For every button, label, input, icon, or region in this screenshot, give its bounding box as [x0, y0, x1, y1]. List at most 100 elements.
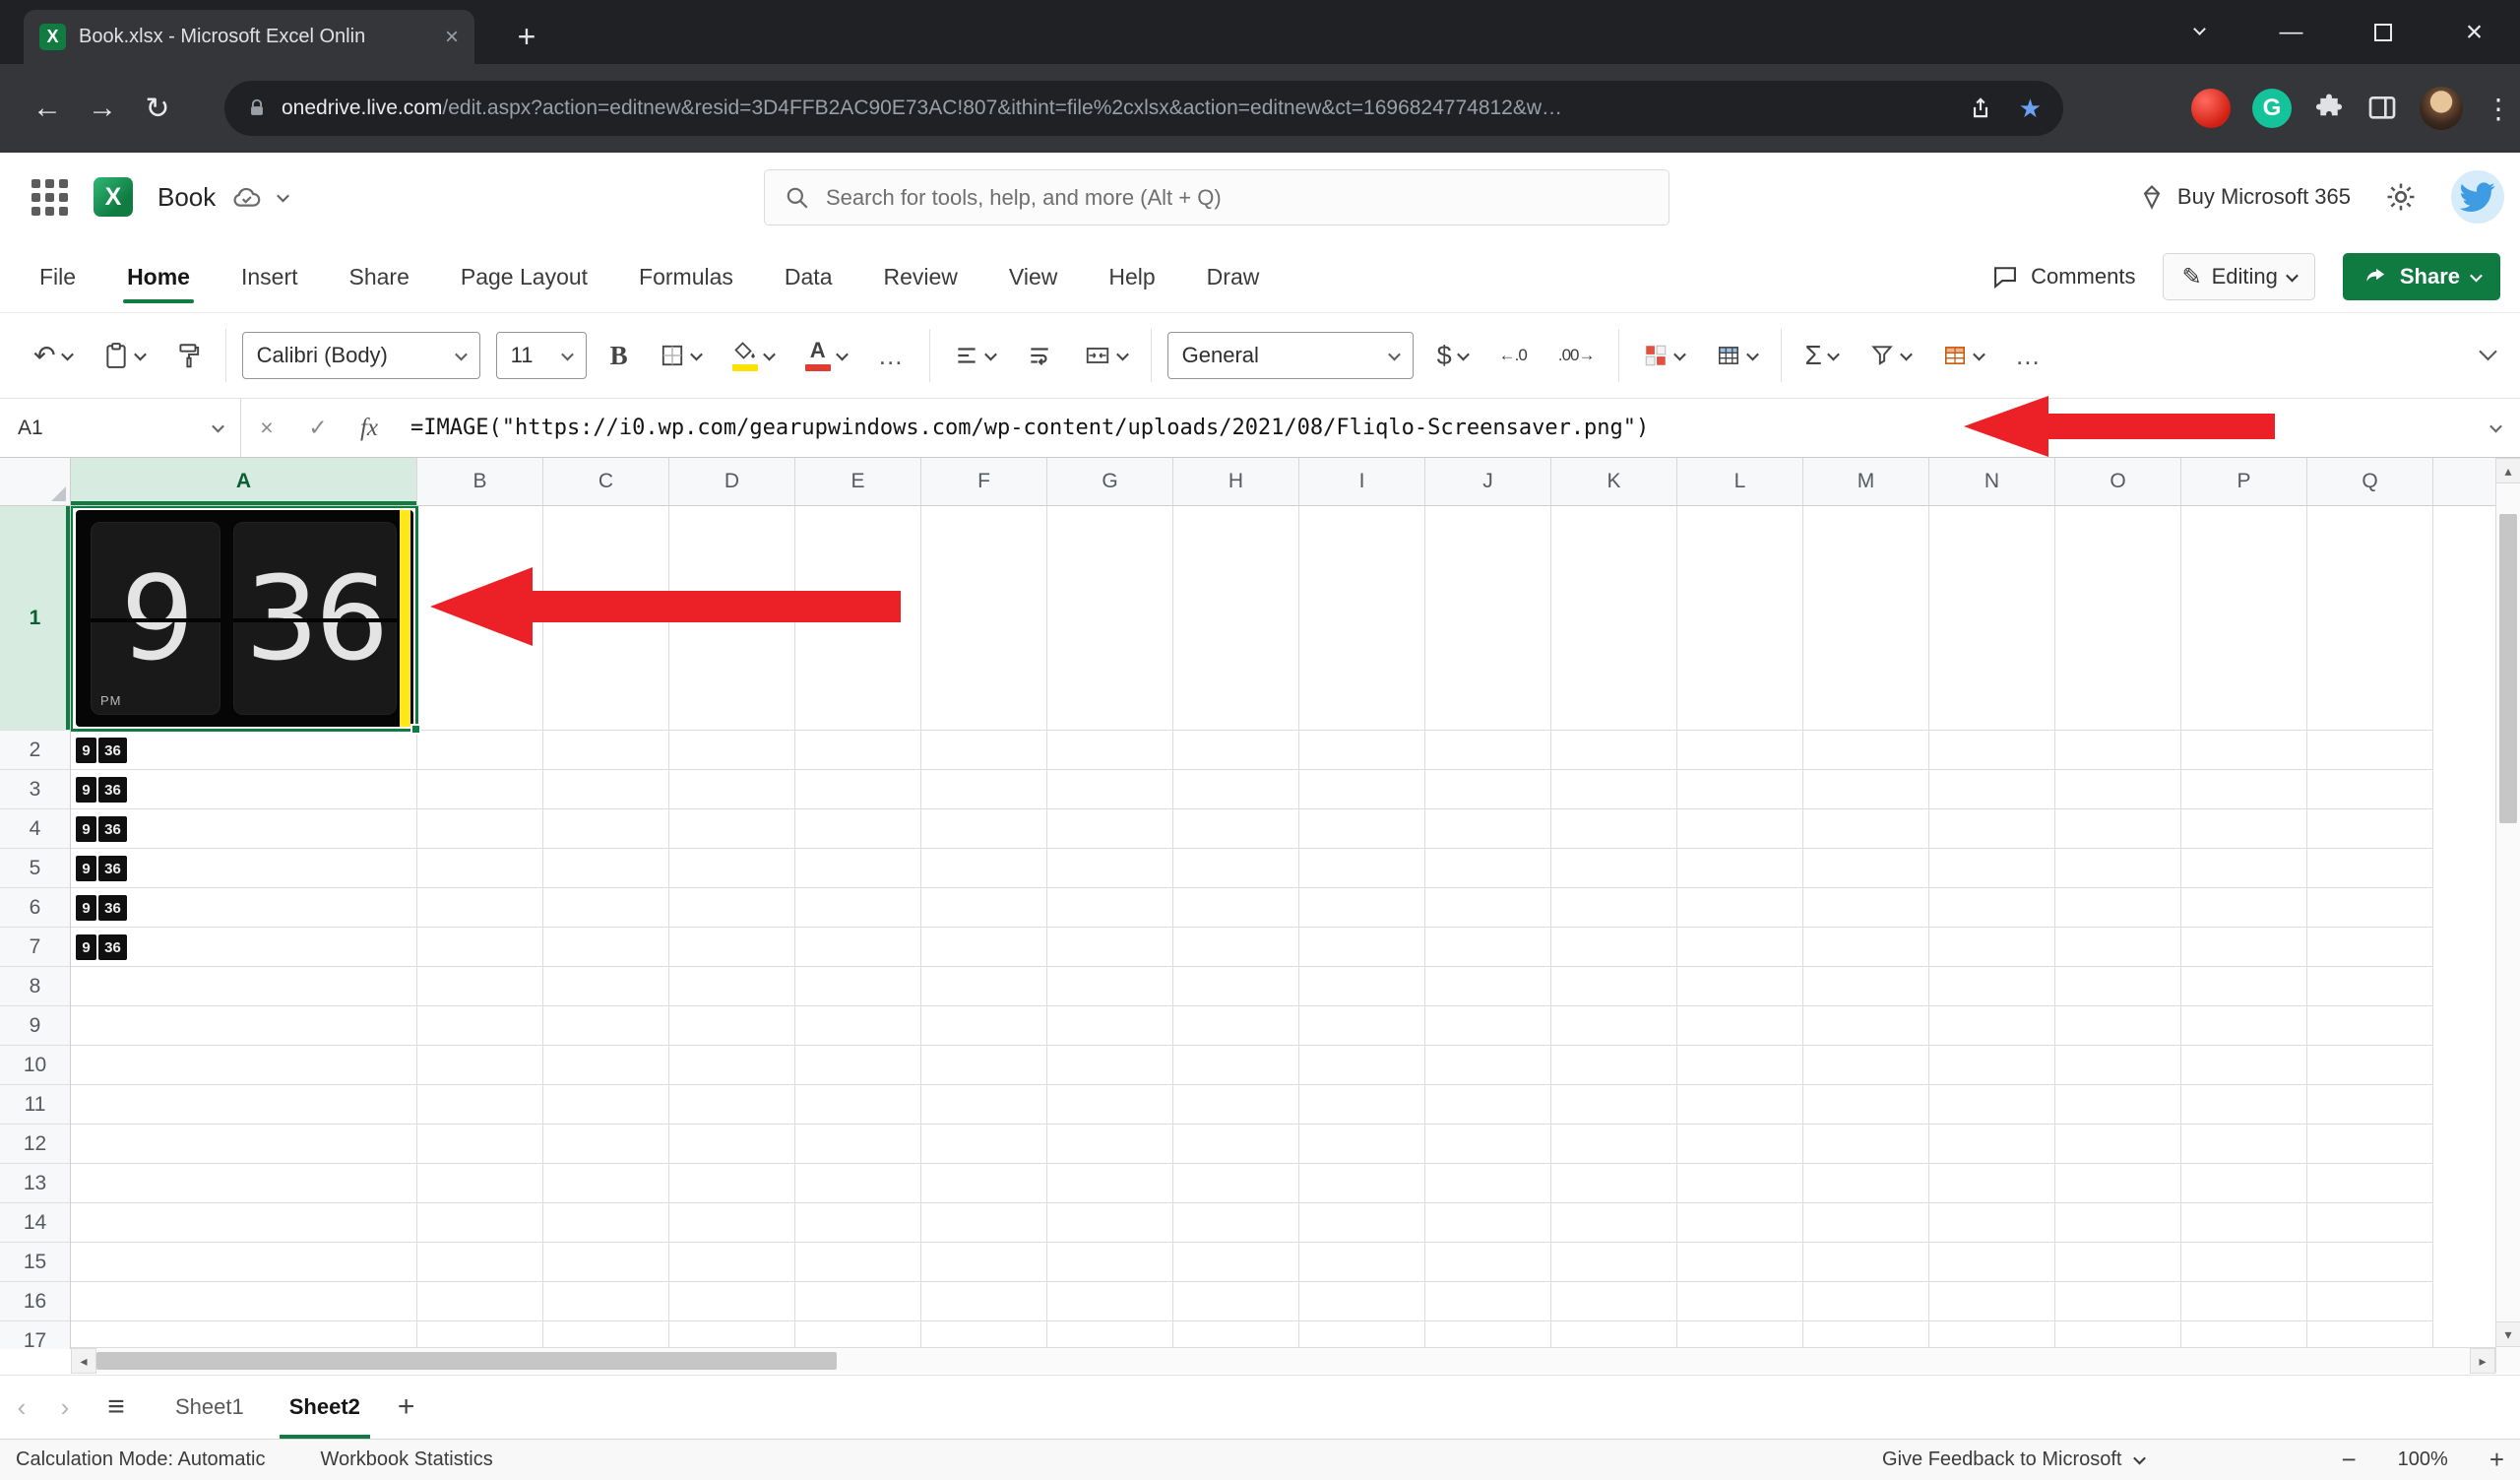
- cell-F15[interactable]: [921, 1243, 1047, 1281]
- cell-Q7[interactable]: [2307, 928, 2433, 966]
- cell-I1[interactable]: [1299, 506, 1425, 730]
- row-header-8[interactable]: 8: [0, 967, 70, 1006]
- cell-D3[interactable]: [669, 770, 795, 808]
- cell-M6[interactable]: [1803, 888, 1929, 927]
- cell-N13[interactable]: [1929, 1164, 2055, 1202]
- cell-G10[interactable]: [1047, 1046, 1173, 1084]
- cell-P12[interactable]: [2181, 1125, 2307, 1163]
- cell-K2[interactable]: [1551, 731, 1677, 769]
- cancel-entry-button[interactable]: ×: [241, 399, 292, 457]
- alignment-button[interactable]: [946, 330, 1003, 381]
- cell-O3[interactable]: [2055, 770, 2181, 808]
- settings-gear-icon[interactable]: [2384, 180, 2418, 214]
- app-launcher-waffle-icon[interactable]: [28, 175, 71, 219]
- cell-K13[interactable]: [1551, 1164, 1677, 1202]
- cell-Q13[interactable]: [2307, 1164, 2433, 1202]
- cell-P16[interactable]: [2181, 1282, 2307, 1320]
- cell-Q16[interactable]: [2307, 1282, 2433, 1320]
- cell-N6[interactable]: [1929, 888, 2055, 927]
- cell-C5[interactable]: [543, 849, 669, 887]
- cell-Q6[interactable]: [2307, 888, 2433, 927]
- next-sheet-button[interactable]: ›: [43, 1392, 87, 1423]
- menu-item-file[interactable]: File: [39, 241, 76, 313]
- cell-J2[interactable]: [1425, 731, 1551, 769]
- cell-J3[interactable]: [1425, 770, 1551, 808]
- row-header-11[interactable]: 11: [0, 1085, 70, 1125]
- cell-I16[interactable]: [1299, 1282, 1425, 1320]
- cell-L11[interactable]: [1677, 1085, 1803, 1124]
- extensions-puzzle-icon[interactable]: [2313, 93, 2345, 124]
- scroll-right-icon[interactable]: ▸: [2470, 1348, 2495, 1374]
- cell-N2[interactable]: [1929, 731, 2055, 769]
- cell-C14[interactable]: [543, 1203, 669, 1242]
- cell-M8[interactable]: [1803, 967, 1929, 1005]
- excel-logo-icon[interactable]: X: [94, 177, 133, 217]
- row-header-4[interactable]: 4: [0, 809, 70, 849]
- cell-K17[interactable]: [1551, 1321, 1677, 1347]
- browser-profile-avatar[interactable]: [2420, 87, 2463, 130]
- cell-F6[interactable]: [921, 888, 1047, 927]
- menu-item-page-layout[interactable]: Page Layout: [461, 241, 588, 313]
- cell-J12[interactable]: [1425, 1125, 1551, 1163]
- editing-mode-button[interactable]: ✎ Editing: [2163, 253, 2314, 300]
- cell-N9[interactable]: [1929, 1006, 2055, 1045]
- column-header-k[interactable]: K: [1551, 458, 1677, 505]
- cell-L12[interactable]: [1677, 1125, 1803, 1163]
- cell-L2[interactable]: [1677, 731, 1803, 769]
- cell-O2[interactable]: [2055, 731, 2181, 769]
- row-header-12[interactable]: 12: [0, 1125, 70, 1164]
- browser-menu-icon[interactable]: ⋮: [2485, 93, 2508, 125]
- cell-J15[interactable]: [1425, 1243, 1551, 1281]
- cell-J9[interactable]: [1425, 1006, 1551, 1045]
- cell-N17[interactable]: [1929, 1321, 2055, 1347]
- cell-K9[interactable]: [1551, 1006, 1677, 1045]
- cell-B6[interactable]: [417, 888, 543, 927]
- cell-F17[interactable]: [921, 1321, 1047, 1347]
- cell-M5[interactable]: [1803, 849, 1929, 887]
- column-header-q[interactable]: Q: [2307, 458, 2433, 505]
- row-header-3[interactable]: 3: [0, 770, 70, 809]
- more-font-options-button[interactable]: …: [870, 330, 914, 381]
- cell-F3[interactable]: [921, 770, 1047, 808]
- search-input[interactable]: [826, 185, 1649, 211]
- cell-A11[interactable]: [71, 1085, 417, 1124]
- cell-B4[interactable]: [417, 809, 543, 848]
- cell-D13[interactable]: [669, 1164, 795, 1202]
- cell-N12[interactable]: [1929, 1125, 2055, 1163]
- cell-N1[interactable]: [1929, 506, 2055, 730]
- cell-B8[interactable]: [417, 967, 543, 1005]
- cell-B5[interactable]: [417, 849, 543, 887]
- vertical-scroll-thumb[interactable]: [2499, 514, 2517, 823]
- comments-button[interactable]: Comments: [1991, 264, 2135, 290]
- cell-C17[interactable]: [543, 1321, 669, 1347]
- cell-P11[interactable]: [2181, 1085, 2307, 1124]
- cell-I15[interactable]: [1299, 1243, 1425, 1281]
- cell-J13[interactable]: [1425, 1164, 1551, 1202]
- cell-E13[interactable]: [795, 1164, 921, 1202]
- cell-I12[interactable]: [1299, 1125, 1425, 1163]
- column-header-l[interactable]: L: [1677, 458, 1803, 505]
- wrap-text-button[interactable]: [1019, 330, 1060, 381]
- column-header-f[interactable]: F: [921, 458, 1047, 505]
- cell-C12[interactable]: [543, 1125, 669, 1163]
- cell-O4[interactable]: [2055, 809, 2181, 848]
- cell-B9[interactable]: [417, 1006, 543, 1045]
- menu-item-share[interactable]: Share: [349, 241, 410, 313]
- menu-item-formulas[interactable]: Formulas: [639, 241, 733, 313]
- cell-I9[interactable]: [1299, 1006, 1425, 1045]
- cell-G2[interactable]: [1047, 731, 1173, 769]
- cell-P5[interactable]: [2181, 849, 2307, 887]
- share-page-icon[interactable]: [1968, 96, 1993, 121]
- menu-item-insert[interactable]: Insert: [241, 241, 298, 313]
- cell-G8[interactable]: [1047, 967, 1173, 1005]
- cell-P2[interactable]: [2181, 731, 2307, 769]
- cell-G1[interactable]: [1047, 506, 1173, 730]
- sheet-tab-sheet1[interactable]: Sheet1: [165, 1376, 254, 1439]
- cell-H10[interactable]: [1173, 1046, 1299, 1084]
- undo-button[interactable]: ↶: [26, 330, 80, 381]
- cell-C9[interactable]: [543, 1006, 669, 1045]
- cell-K14[interactable]: [1551, 1203, 1677, 1242]
- cell-F8[interactable]: [921, 967, 1047, 1005]
- number-format-select[interactable]: General: [1167, 332, 1414, 379]
- cell-K5[interactable]: [1551, 849, 1677, 887]
